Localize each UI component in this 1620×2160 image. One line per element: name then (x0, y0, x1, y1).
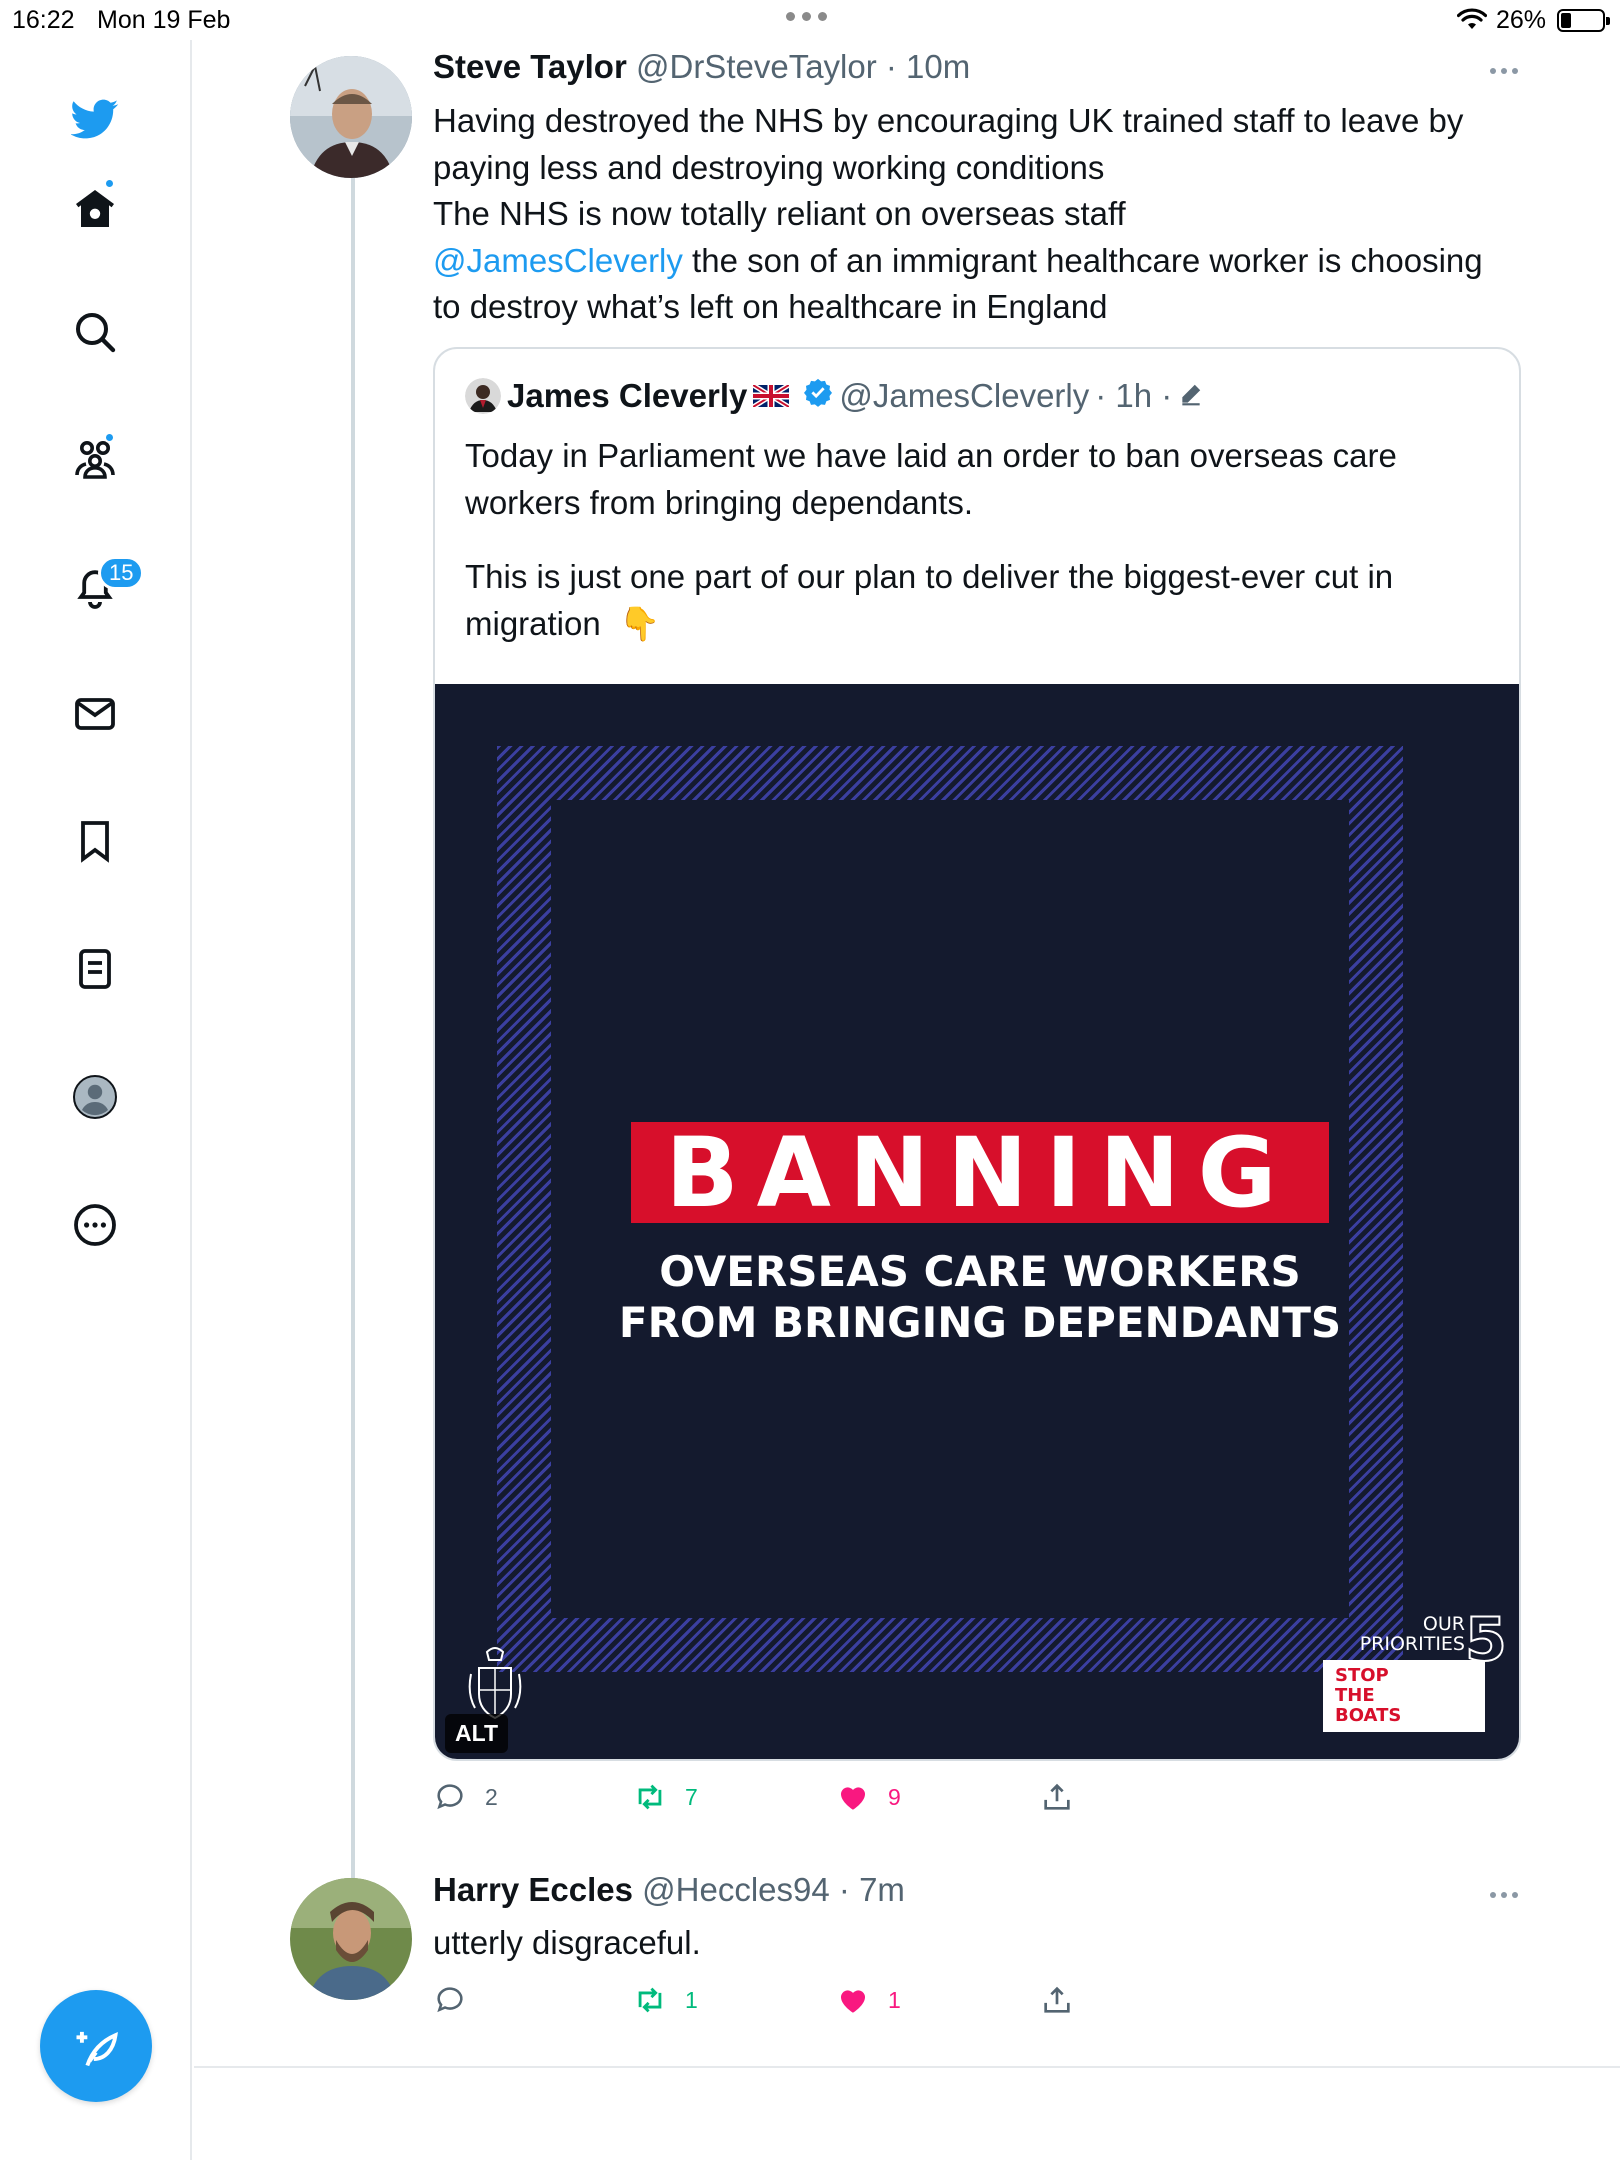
wifi-icon (1457, 8, 1487, 29)
quote-body: Today in Parliament we have laid an orde… (465, 433, 1495, 647)
like-action[interactable]: 1 (836, 1983, 901, 2017)
heart-icon (840, 1787, 866, 1810)
bookmarks-icon[interactable] (66, 812, 124, 870)
author-name[interactable]: Steve Taylor (433, 48, 627, 85)
retweet-icon (638, 1784, 662, 1810)
mention-link[interactable]: @JamesCleverly (433, 242, 683, 279)
communities-icon[interactable] (66, 430, 124, 488)
more-options-icon[interactable] (66, 1196, 124, 1254)
reply-action[interactable] (433, 1983, 485, 2017)
reply-action[interactable]: 2 (433, 1780, 498, 1814)
retweet-count: 7 (685, 1783, 698, 1810)
quote-paragraph-text: This is just one part of our plan to del… (465, 558, 1394, 642)
quote-time[interactable]: · 1h · (1095, 377, 1172, 415)
like-count: 9 (888, 1783, 901, 1810)
status-time: 16:22 (12, 6, 75, 34)
edited-pencil-icon[interactable] (1178, 377, 1204, 415)
priority-box-line: BOATS (1335, 1705, 1402, 1726)
uk-flag-icon (752, 377, 791, 415)
stop-the-boats-box: STOP THE BOATS (1323, 1660, 1485, 1732)
tweet-line: The NHS is now totally reliant on overse… (433, 195, 1126, 232)
banner-subtitle-line: OVERSEAS CARE WORKERS (659, 1247, 1301, 1296)
like-count: 1 (888, 1986, 901, 2013)
notifications-count-badge: 15 (98, 556, 145, 590)
retweet-action[interactable]: 1 (633, 1983, 698, 2017)
compose-tweet-button[interactable] (40, 1990, 152, 2102)
tweet-body: Having destroyed the NHS by encouraging … (433, 98, 1513, 331)
retweet-count: 1 (685, 1986, 698, 2013)
banning-banner: BANNING (631, 1117, 1329, 1229)
quote-paragraph: This is just one part of our plan to del… (465, 554, 1495, 647)
tweet-line: paying less and destroying working condi… (433, 148, 1105, 186)
share-icon (1044, 1783, 1070, 1810)
banner-subtitle: OVERSEAS CARE WORKERS FROM BRINGING DEPE… (585, 1246, 1375, 1348)
thread-connector-line (351, 178, 355, 1878)
twitter-logo-icon[interactable] (66, 90, 124, 148)
home-icon[interactable] (66, 178, 124, 238)
share-action[interactable] (1040, 1780, 1074, 1814)
reply-author-name[interactable]: Harry Eccles (433, 1871, 633, 1908)
retweet-icon (638, 1987, 662, 2013)
priority-box-line: STOP (1335, 1665, 1389, 1686)
reply-time[interactable]: · 7m (839, 1871, 905, 1908)
reply-actions: 1 1 (433, 1983, 1533, 2023)
communities-unread-dot (104, 432, 115, 443)
messages-envelope-icon[interactable] (66, 685, 124, 743)
quote-author-name[interactable]: James Cleverly (507, 377, 747, 415)
quote-media-image[interactable]: BANNING OVERSEAS CARE WORKERS FROM BRING… (435, 684, 1519, 1759)
tweet-line: Having destroyed the NHS by encouraging … (433, 102, 1464, 139)
sidebar: 15 (0, 40, 192, 2160)
banner-subtitle-line: FROM BRINGING DEPENDANTS (618, 1298, 1342, 1347)
alt-text-badge[interactable]: ALT (445, 1714, 509, 1753)
reply-count: 2 (485, 1783, 498, 1810)
pointing-down-emoji: 👇 (619, 604, 661, 642)
reply-body: utterly disgraceful. (433, 1924, 701, 1961)
lists-icon[interactable] (66, 940, 124, 998)
tweet-line-rest: the son of an immigrant healthcare worke… (682, 241, 1483, 279)
reply-header: Harry Eccles @Heccles94 · 7m (433, 1871, 905, 1909)
reply-icon (437, 1987, 463, 2013)
tweet-header: Steve Taylor @DrSteveTaylor · 10m (433, 48, 970, 86)
reply-more-icon[interactable] (1490, 1892, 1518, 1898)
tweet-line: @JamesCleverly the son of an immigrant h… (433, 238, 1513, 285)
avatar-harry-eccles[interactable] (290, 1878, 412, 2000)
status-date: Mon 19 Feb (97, 6, 231, 34)
share-action[interactable] (1040, 1983, 1074, 2017)
reply-icon (437, 1784, 463, 1810)
avatar-james-cleverly[interactable] (465, 378, 501, 414)
retweet-action[interactable]: 7 (633, 1780, 698, 1814)
status-bar: 16:22 Mon 19 Feb 26% (0, 0, 1620, 40)
avatar-steve-taylor[interactable] (290, 56, 412, 178)
tweet-actions: 2 7 9 (433, 1780, 1533, 1820)
search-icon[interactable] (66, 303, 124, 361)
author-handle[interactable]: @DrSteveTaylor (636, 48, 877, 85)
verified-badge-icon (803, 377, 833, 415)
share-icon (1044, 1986, 1070, 2013)
profile-avatar-icon[interactable] (66, 1068, 124, 1126)
quote-header: James Cleverly @JamesCleverly · 1h · (465, 377, 1204, 415)
quote-paragraph: Today in Parliament we have laid an orde… (465, 437, 1397, 521)
battery-icon (1557, 9, 1610, 32)
multitasking-dots-icon[interactable] (786, 12, 827, 21)
tweet-line: to destroy what’s left on healthcare in … (433, 288, 1108, 325)
like-action[interactable]: 9 (836, 1780, 901, 1814)
battery-percent: 26% (1496, 6, 1547, 34)
quoted-tweet-card[interactable]: James Cleverly @JamesCleverly · 1h · Tod… (433, 347, 1521, 1761)
quote-author-handle[interactable]: @JamesCleverly (839, 377, 1089, 415)
home-unread-dot (104, 178, 115, 189)
heart-icon (840, 1990, 866, 2013)
tweet-more-icon[interactable] (1490, 68, 1518, 74)
timeline-divider (194, 2066, 1620, 2068)
priority-box-line: THE (1335, 1685, 1375, 1706)
tweet-time[interactable]: · 10m (886, 48, 970, 85)
reply-author-handle[interactable]: @Heccles94 (642, 1871, 830, 1908)
